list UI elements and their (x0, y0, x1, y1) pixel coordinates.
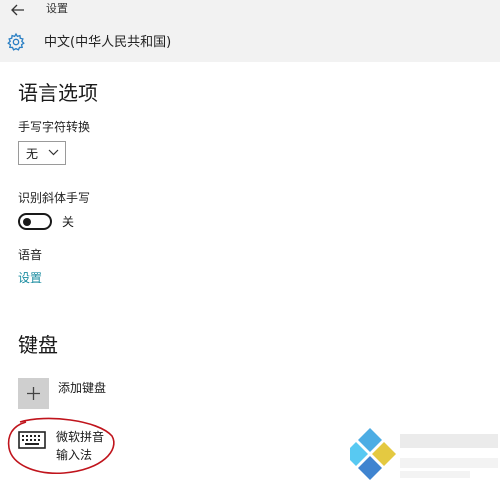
plus-icon (27, 387, 40, 400)
italic-recognition-label: 识别斜体手写 (18, 191, 91, 205)
toggle-state-text: 关 (62, 215, 75, 229)
arrow-left-icon (11, 4, 24, 16)
watermark-logo (350, 428, 498, 480)
dropdown-value: 无 (26, 146, 39, 161)
speech-label: 语音 (18, 248, 43, 262)
title-bar: 设置 中文(中华人民共和国) (0, 0, 500, 62)
handwriting-conversion-dropdown[interactable]: 无 (18, 141, 66, 165)
handwriting-conversion-label: 手写字符转换 (18, 120, 91, 134)
add-keyboard-label[interactable]: 添加键盘 (58, 380, 106, 396)
annotation-circle (7, 417, 115, 474)
add-keyboard-button[interactable] (18, 378, 49, 409)
toggle-knob (23, 217, 31, 226)
gear-icon (7, 32, 25, 51)
page-title: 中文(中华人民共和国) (44, 35, 172, 50)
back-button[interactable] (8, 2, 28, 18)
language-options-heading: 语言选项 (18, 81, 98, 105)
speech-settings-link[interactable]: 设置 (18, 270, 42, 286)
keyboards-heading: 键盘 (18, 333, 58, 357)
app-title: 设置 (46, 2, 68, 15)
chevron-down-icon (48, 149, 59, 156)
italic-recognition-toggle[interactable] (18, 213, 52, 230)
